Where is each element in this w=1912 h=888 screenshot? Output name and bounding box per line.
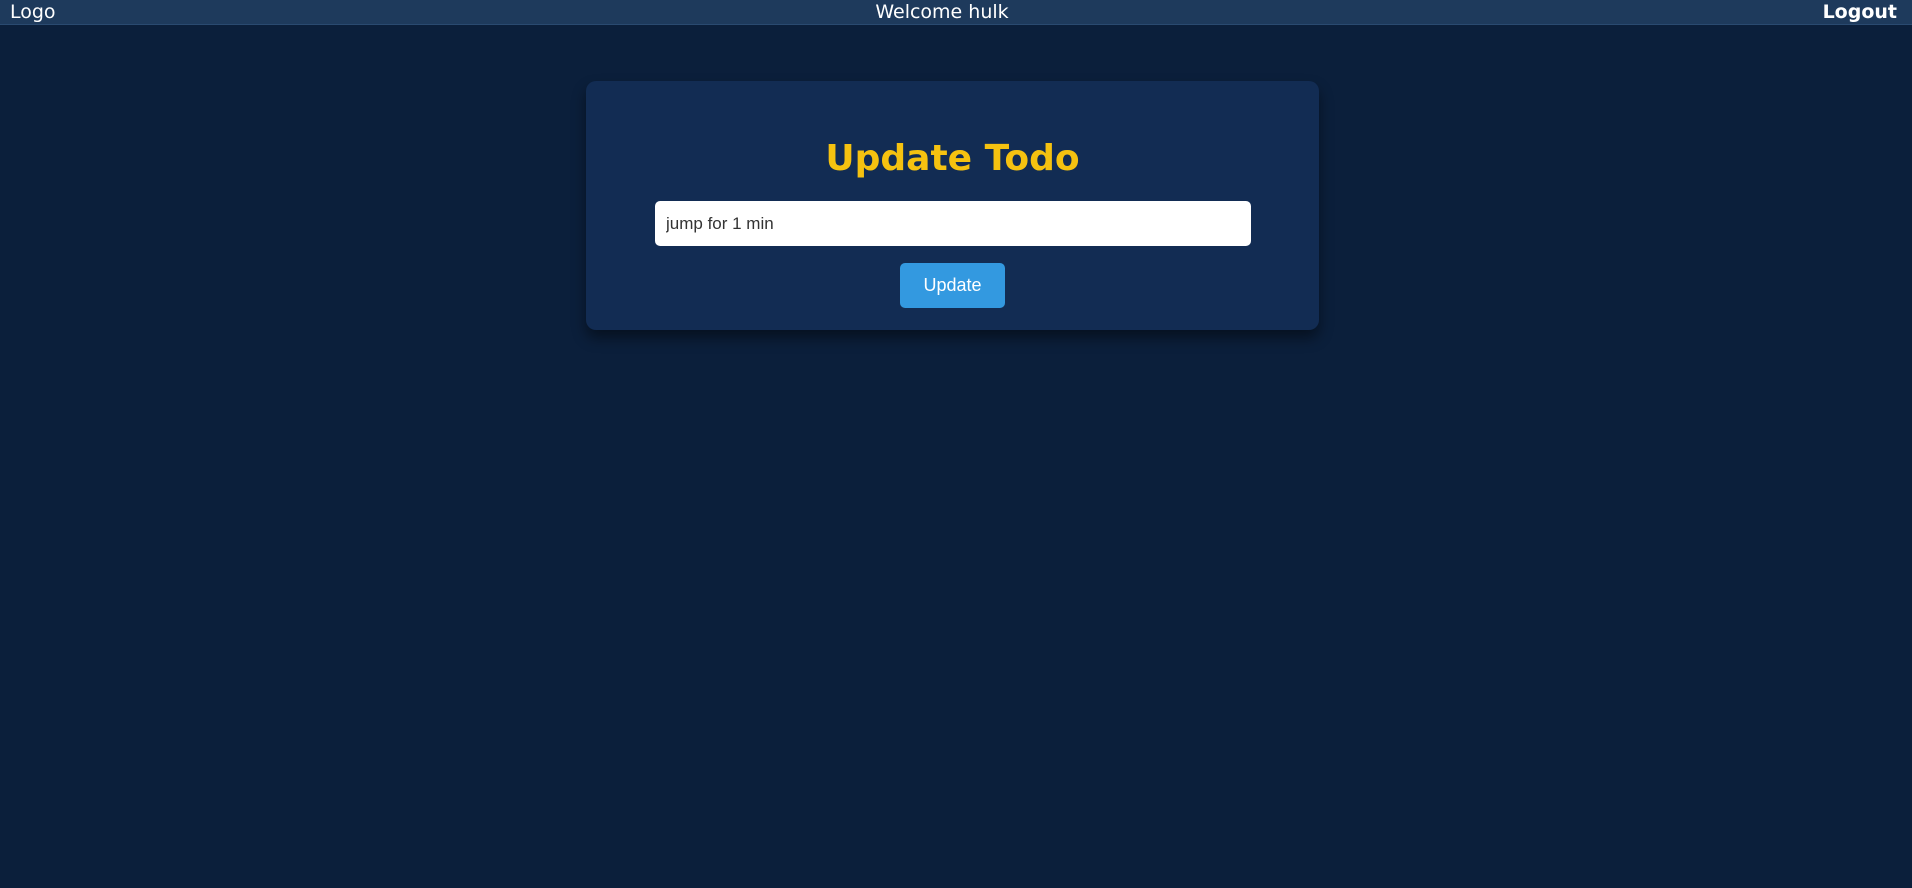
logout-button[interactable]: Logout — [1823, 0, 1897, 24]
page-title: Update Todo — [825, 138, 1080, 179]
update-todo-card: Update Todo Update — [586, 81, 1319, 330]
top-navbar: Logo Welcome hulk Logout — [0, 0, 1912, 25]
todo-input[interactable] — [655, 201, 1251, 246]
update-button[interactable]: Update — [900, 263, 1005, 308]
welcome-message: Welcome hulk — [875, 1, 1009, 23]
